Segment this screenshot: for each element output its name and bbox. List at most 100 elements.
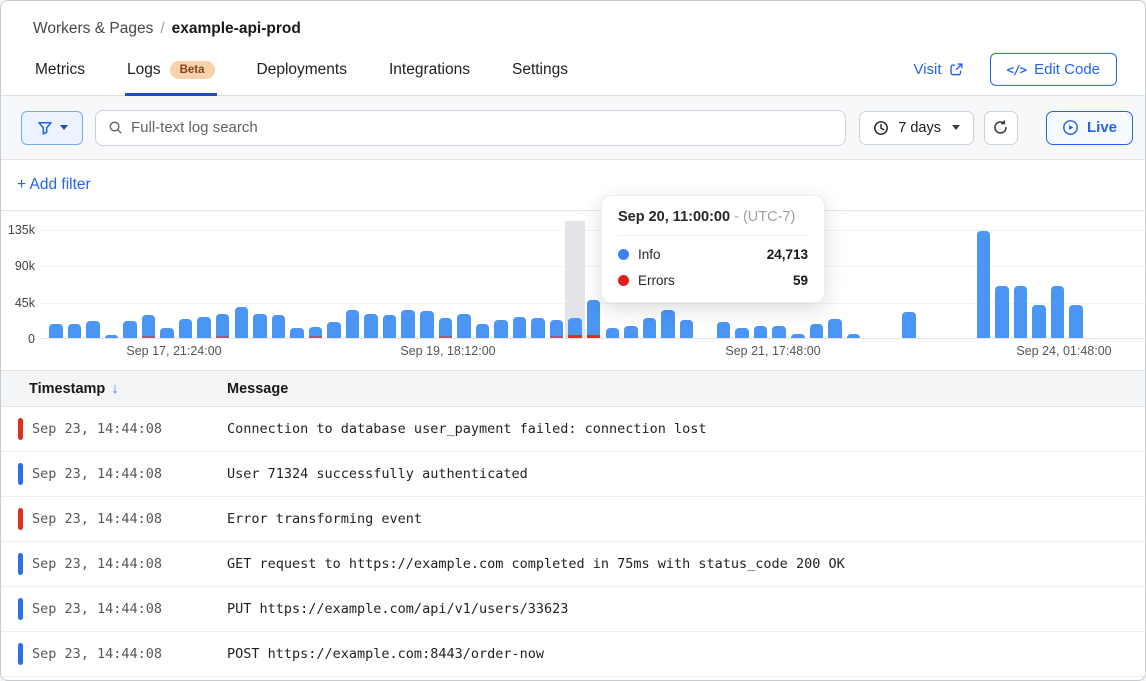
chart-bar[interactable]	[105, 335, 119, 338]
tab-deployments[interactable]: Deployments	[255, 48, 349, 96]
chart-bar[interactable]	[772, 326, 786, 338]
chart-bar[interactable]	[643, 318, 657, 338]
filter-dropdown-button[interactable]	[21, 111, 83, 145]
chart-bar[interactable]	[235, 307, 249, 338]
log-level-marker-error	[18, 508, 23, 530]
chart-bar[interactable]	[1051, 286, 1065, 338]
log-message: Connection to database user_payment fail…	[227, 421, 707, 437]
chart-bar[interactable]	[253, 314, 267, 338]
breadcrumb-separator: /	[160, 20, 164, 37]
live-button[interactable]: Live	[1046, 111, 1133, 145]
chart-bar[interactable]	[661, 310, 675, 338]
chart-bar[interactable]	[847, 334, 861, 338]
chart-bar[interactable]	[568, 318, 582, 338]
chart-bar[interactable]	[717, 322, 731, 338]
chart-bar[interactable]	[160, 328, 174, 338]
chart-bar[interactable]	[68, 324, 82, 338]
chart-bar[interactable]	[828, 319, 842, 338]
y-axis-tick: 0	[1, 332, 35, 346]
tab-label: Logs	[127, 61, 161, 79]
log-level-marker-info	[18, 463, 23, 485]
log-timestamp: Sep 23, 14:44:08	[32, 466, 227, 482]
page-header: Workers & Pages / example-api-prod Metrics…	[1, 1, 1145, 96]
chart-bar[interactable]	[439, 318, 453, 338]
tab-settings[interactable]: Settings	[510, 48, 570, 96]
chart-bar[interactable]	[272, 315, 286, 338]
chart-bar[interactable]	[606, 328, 620, 338]
chart-bar[interactable]	[86, 321, 100, 338]
code-icon: </>	[1007, 61, 1027, 76]
chart-bar[interactable]	[142, 315, 156, 338]
chart-bar[interactable]	[179, 319, 193, 338]
edit-code-label: Edit Code	[1034, 60, 1100, 77]
time-range-dropdown[interactable]: 7 days	[859, 111, 974, 145]
table-row[interactable]: Sep 23, 14:44:08 Error transforming even…	[1, 497, 1145, 542]
breadcrumb-current: example-api-prod	[172, 20, 301, 37]
tab-metrics[interactable]: Metrics	[33, 48, 87, 96]
chart-bar[interactable]	[735, 328, 749, 338]
chart-bar[interactable]	[290, 328, 304, 338]
sort-desc-icon: ↓	[111, 380, 119, 397]
chart-bar[interactable]	[383, 315, 397, 338]
table-row[interactable]: Sep 23, 14:44:08 PUT https://example.com…	[1, 587, 1145, 632]
table-row[interactable]: Sep 23, 14:44:08 Connection to database …	[1, 407, 1145, 452]
search-input[interactable]	[131, 119, 833, 136]
chart-bar-error-segment	[216, 336, 230, 338]
chart-bar[interactable]	[754, 326, 768, 338]
log-table-header: Timestamp ↓ Message	[1, 370, 1145, 407]
chevron-down-icon	[952, 125, 960, 130]
tab-logs[interactable]: LogsBeta	[125, 48, 217, 96]
chart-bar[interactable]	[624, 326, 638, 338]
table-row[interactable]: Sep 23, 14:44:08 GET request to https://…	[1, 542, 1145, 587]
tab-label: Metrics	[35, 61, 85, 79]
chart-plot-area[interactable]	[41, 230, 1145, 339]
chart-bar[interactable]	[309, 327, 323, 338]
log-level-marker-info	[18, 643, 23, 665]
refresh-button[interactable]	[984, 111, 1018, 145]
add-filter-button[interactable]: + Add filter	[17, 176, 91, 194]
log-timestamp: Sep 23, 14:44:08	[32, 556, 227, 572]
tab-label: Deployments	[257, 61, 347, 79]
chart-bar[interactable]	[49, 324, 63, 338]
chart-bar[interactable]	[197, 317, 211, 338]
chart-bar[interactable]	[513, 317, 527, 338]
chart-bar[interactable]	[810, 324, 824, 338]
visit-label: Visit	[913, 60, 941, 77]
table-row[interactable]: Sep 23, 14:44:08 POST https://example.co…	[1, 632, 1145, 677]
edit-code-button[interactable]: </> Edit Code	[990, 52, 1117, 85]
column-header-timestamp[interactable]: Timestamp ↓	[1, 380, 227, 397]
chart-bar[interactable]	[401, 310, 415, 338]
tab-integrations[interactable]: Integrations	[387, 48, 472, 96]
chart-bar[interactable]	[1014, 286, 1028, 338]
chart-bar[interactable]	[457, 314, 471, 338]
chart-bar[interactable]	[550, 320, 564, 338]
chart-bar[interactable]	[476, 324, 490, 338]
chart-bar[interactable]	[327, 322, 341, 338]
visit-link[interactable]: Visit	[913, 60, 963, 77]
chart-bar[interactable]	[902, 312, 916, 338]
chart-bar[interactable]	[995, 286, 1009, 338]
chart-bar[interactable]	[1069, 305, 1083, 338]
chart-bar[interactable]	[531, 318, 545, 338]
chart-bar[interactable]	[1032, 305, 1046, 338]
chart-bar[interactable]	[346, 310, 360, 338]
live-label: Live	[1087, 119, 1117, 136]
breadcrumb-parent[interactable]: Workers & Pages	[33, 20, 153, 37]
chart-bar[interactable]	[420, 311, 434, 338]
y-axis-tick: 45k	[1, 296, 35, 310]
chart-bar[interactable]	[791, 334, 805, 338]
chart-bar[interactable]	[364, 314, 378, 338]
chart-bar[interactable]	[587, 300, 601, 338]
chart-bar[interactable]	[216, 314, 230, 338]
chart-bar-error-segment	[309, 336, 323, 338]
chart-bar[interactable]	[494, 320, 508, 338]
x-axis-tick: Sep 19, 18:12:00	[400, 344, 495, 358]
chart-bar-error-segment	[142, 336, 156, 338]
tooltip-series-value: 59	[793, 273, 808, 288]
chart-bar[interactable]	[680, 320, 694, 338]
log-volume-chart: 135k90k45k0 Sep 17, 21:24:00Sep 19, 18:1…	[1, 211, 1145, 370]
table-row[interactable]: Sep 23, 14:44:08 User 71324 successfully…	[1, 452, 1145, 497]
workers-logs-page: Workers & Pages / example-api-prod Metrics…	[0, 0, 1146, 681]
chart-bar[interactable]	[123, 321, 137, 338]
chart-bar[interactable]	[977, 231, 991, 338]
